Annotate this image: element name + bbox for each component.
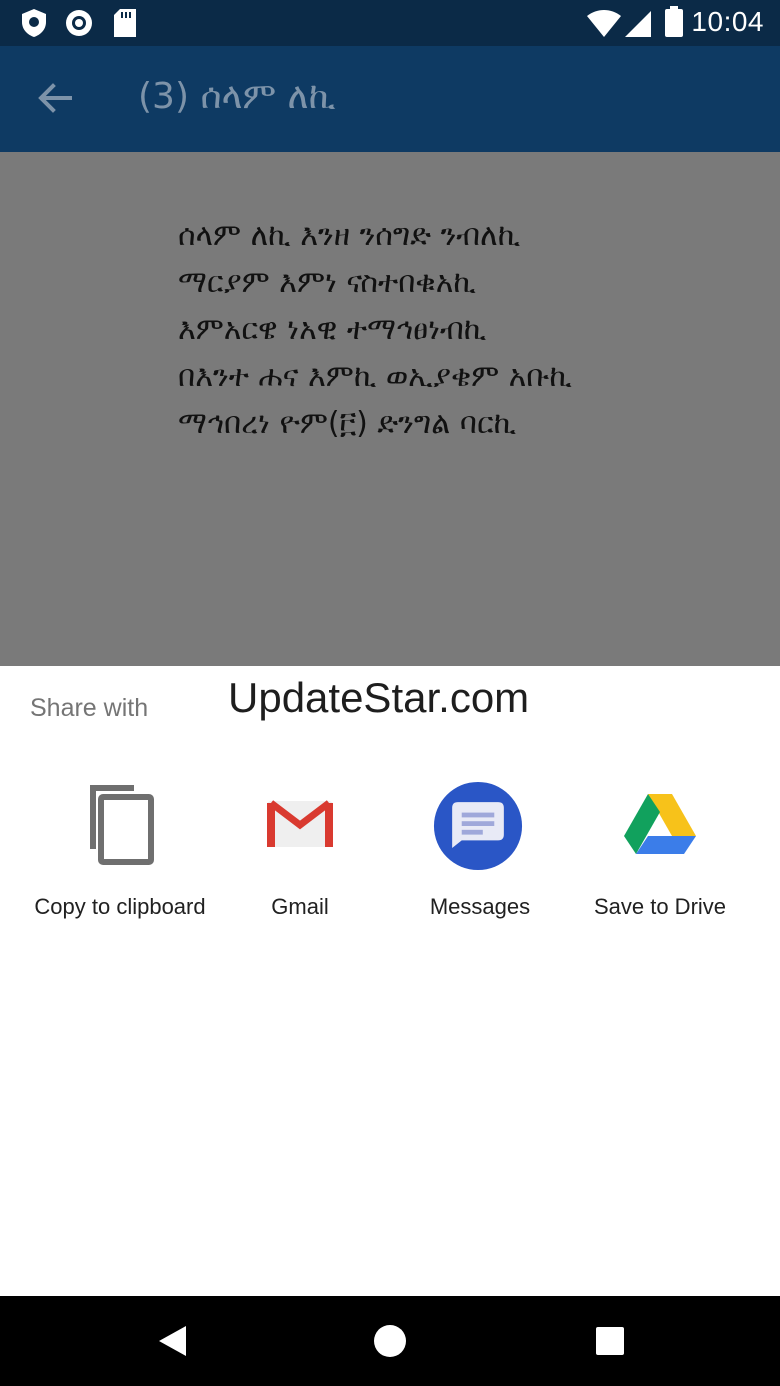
watermark: UpdateStar.com — [228, 674, 530, 721]
share-target-gmail[interactable]: Gmail — [210, 776, 390, 936]
wifi-icon — [586, 10, 622, 43]
navigation-bar — [0, 1296, 780, 1386]
share-target-label: Save to Drive — [593, 894, 727, 919]
poem-line: በእንተ ሐና እምኪ ወኢያቄም አቡኪ — [178, 359, 572, 394]
signal-icon — [624, 10, 652, 43]
shield-icon — [20, 8, 48, 43]
nav-home-button[interactable] — [370, 1321, 410, 1361]
share-sheet: Share with UpdateStar.com Copy to clipbo… — [0, 666, 780, 1296]
back-button[interactable] — [30, 74, 78, 122]
drive-icon — [615, 776, 705, 872]
poem-text: ሰላም ለኪ እንዘ ንሰግድ ንብለኪ ማርያም እምነ ናስተበቁአኪ እም… — [178, 212, 738, 447]
recents-square-icon — [596, 1327, 624, 1355]
share-target-copy-to-clipboard[interactable]: Copy to clipboard — [30, 776, 210, 936]
share-sheet-title: Share with — [30, 694, 149, 722]
messages-icon — [433, 778, 523, 874]
share-target-messages[interactable]: Messages — [390, 776, 570, 936]
poem-line: ማኅበረነ ዮም(፫) ድንግል ባርኪ — [178, 406, 517, 441]
gmail-icon — [255, 776, 345, 872]
content-area: ሰላም ለኪ እንዘ ንሰግድ ንብለኪ ማርያም እምነ ናስተበቁአኪ እም… — [0, 152, 780, 666]
poem-line: ማርያም እምነ ናስተበቁአኪ — [178, 265, 476, 300]
home-circle-icon — [374, 1325, 406, 1357]
app-bar: (3) ሰላም ለኪ — [0, 46, 780, 152]
battery-icon — [664, 6, 684, 43]
status-time: 10:04 — [691, 6, 764, 37]
share-target-save-to-drive[interactable]: Save to Drive — [570, 776, 750, 936]
poem-line: እምአርዌ ነአዊ ተማኅፀነብኪ — [178, 312, 487, 347]
share-targets: Copy to clipboard Gmail Messages Save to… — [0, 776, 780, 936]
page-title: (3) ሰላም ለኪ — [138, 76, 336, 117]
nav-back-button[interactable] — [152, 1321, 192, 1361]
status-bar: 10:04 — [0, 0, 780, 46]
nav-recents-button[interactable] — [590, 1321, 630, 1361]
share-target-label: Messages — [429, 894, 531, 919]
back-triangle-icon — [159, 1326, 186, 1356]
sd-card-icon — [112, 8, 138, 43]
poem-line: ሰላም ለኪ እንዘ ንሰግድ ንብለኪ — [178, 218, 521, 253]
share-target-label: Gmail — [271, 894, 329, 919]
share-target-label: Copy to clipboard — [34, 894, 206, 919]
record-icon — [64, 8, 94, 43]
copy-icon — [75, 776, 165, 872]
arrow-back-icon — [38, 83, 72, 113]
